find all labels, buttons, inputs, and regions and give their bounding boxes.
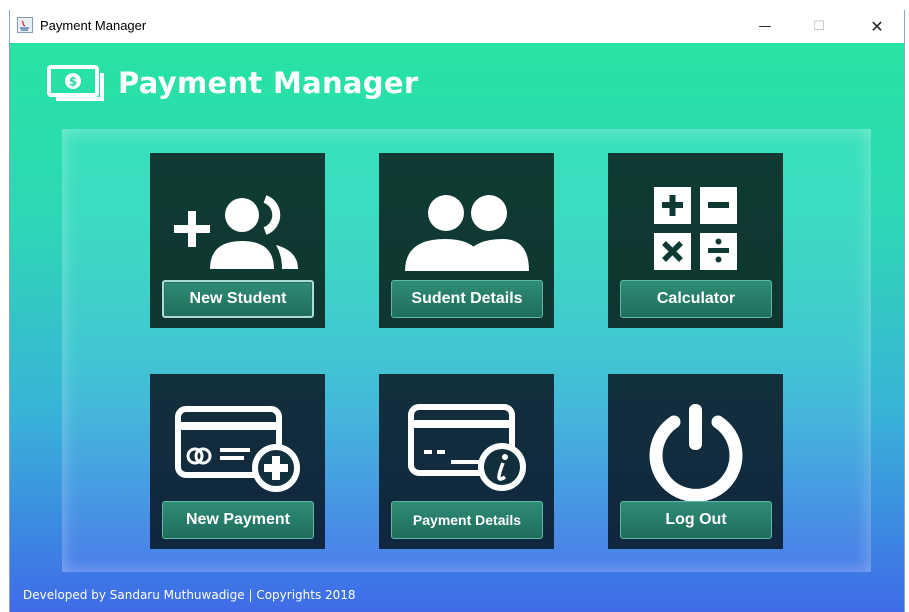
footer-credits: Developed by Sandaru Muthuwadige | Copyr… — [23, 588, 356, 602]
window-title: Payment Manager — [40, 18, 147, 33]
log-out-button[interactable]: Log Out — [620, 501, 772, 539]
app-window: Payment Manager — ☐ ✕ $ Payment Manager — [9, 10, 905, 612]
minimize-button[interactable]: — — [742, 10, 788, 43]
tile-student-details[interactable]: Sudent Details — [379, 153, 554, 328]
tile-new-payment[interactable]: New Payment — [150, 374, 325, 549]
tile-log-out[interactable]: Log Out — [608, 374, 783, 549]
close-icon: ✕ — [870, 17, 884, 36]
minimize-icon: — — [758, 19, 772, 34]
menu-panel: New Student Sudent Details Calculator Ne… — [62, 129, 871, 572]
main-content: $ Payment Manager New Student Sudent Det… — [10, 43, 904, 612]
title-bar: Payment Manager — ☐ ✕ — [10, 10, 904, 43]
maximize-button[interactable]: ☐ — [796, 10, 842, 43]
tile-calculator[interactable]: Calculator — [608, 153, 783, 328]
close-button[interactable]: ✕ — [854, 10, 900, 43]
calculator-button[interactable]: Calculator — [620, 280, 772, 318]
new-payment-button[interactable]: New Payment — [162, 501, 314, 539]
java-app-icon — [17, 17, 33, 33]
app-title: Payment Manager — [118, 66, 419, 100]
svg-text:$: $ — [69, 75, 77, 89]
payment-details-button[interactable]: Payment Details — [391, 501, 543, 539]
student-details-button[interactable]: Sudent Details — [391, 280, 543, 318]
tile-payment-details[interactable]: Payment Details — [379, 374, 554, 549]
money-bill-icon: $ — [47, 65, 104, 101]
tile-new-student[interactable]: New Student — [150, 153, 325, 328]
brand-header: $ Payment Manager — [46, 63, 418, 103]
maximize-icon: ☐ — [813, 19, 825, 34]
new-student-button[interactable]: New Student — [162, 280, 314, 318]
